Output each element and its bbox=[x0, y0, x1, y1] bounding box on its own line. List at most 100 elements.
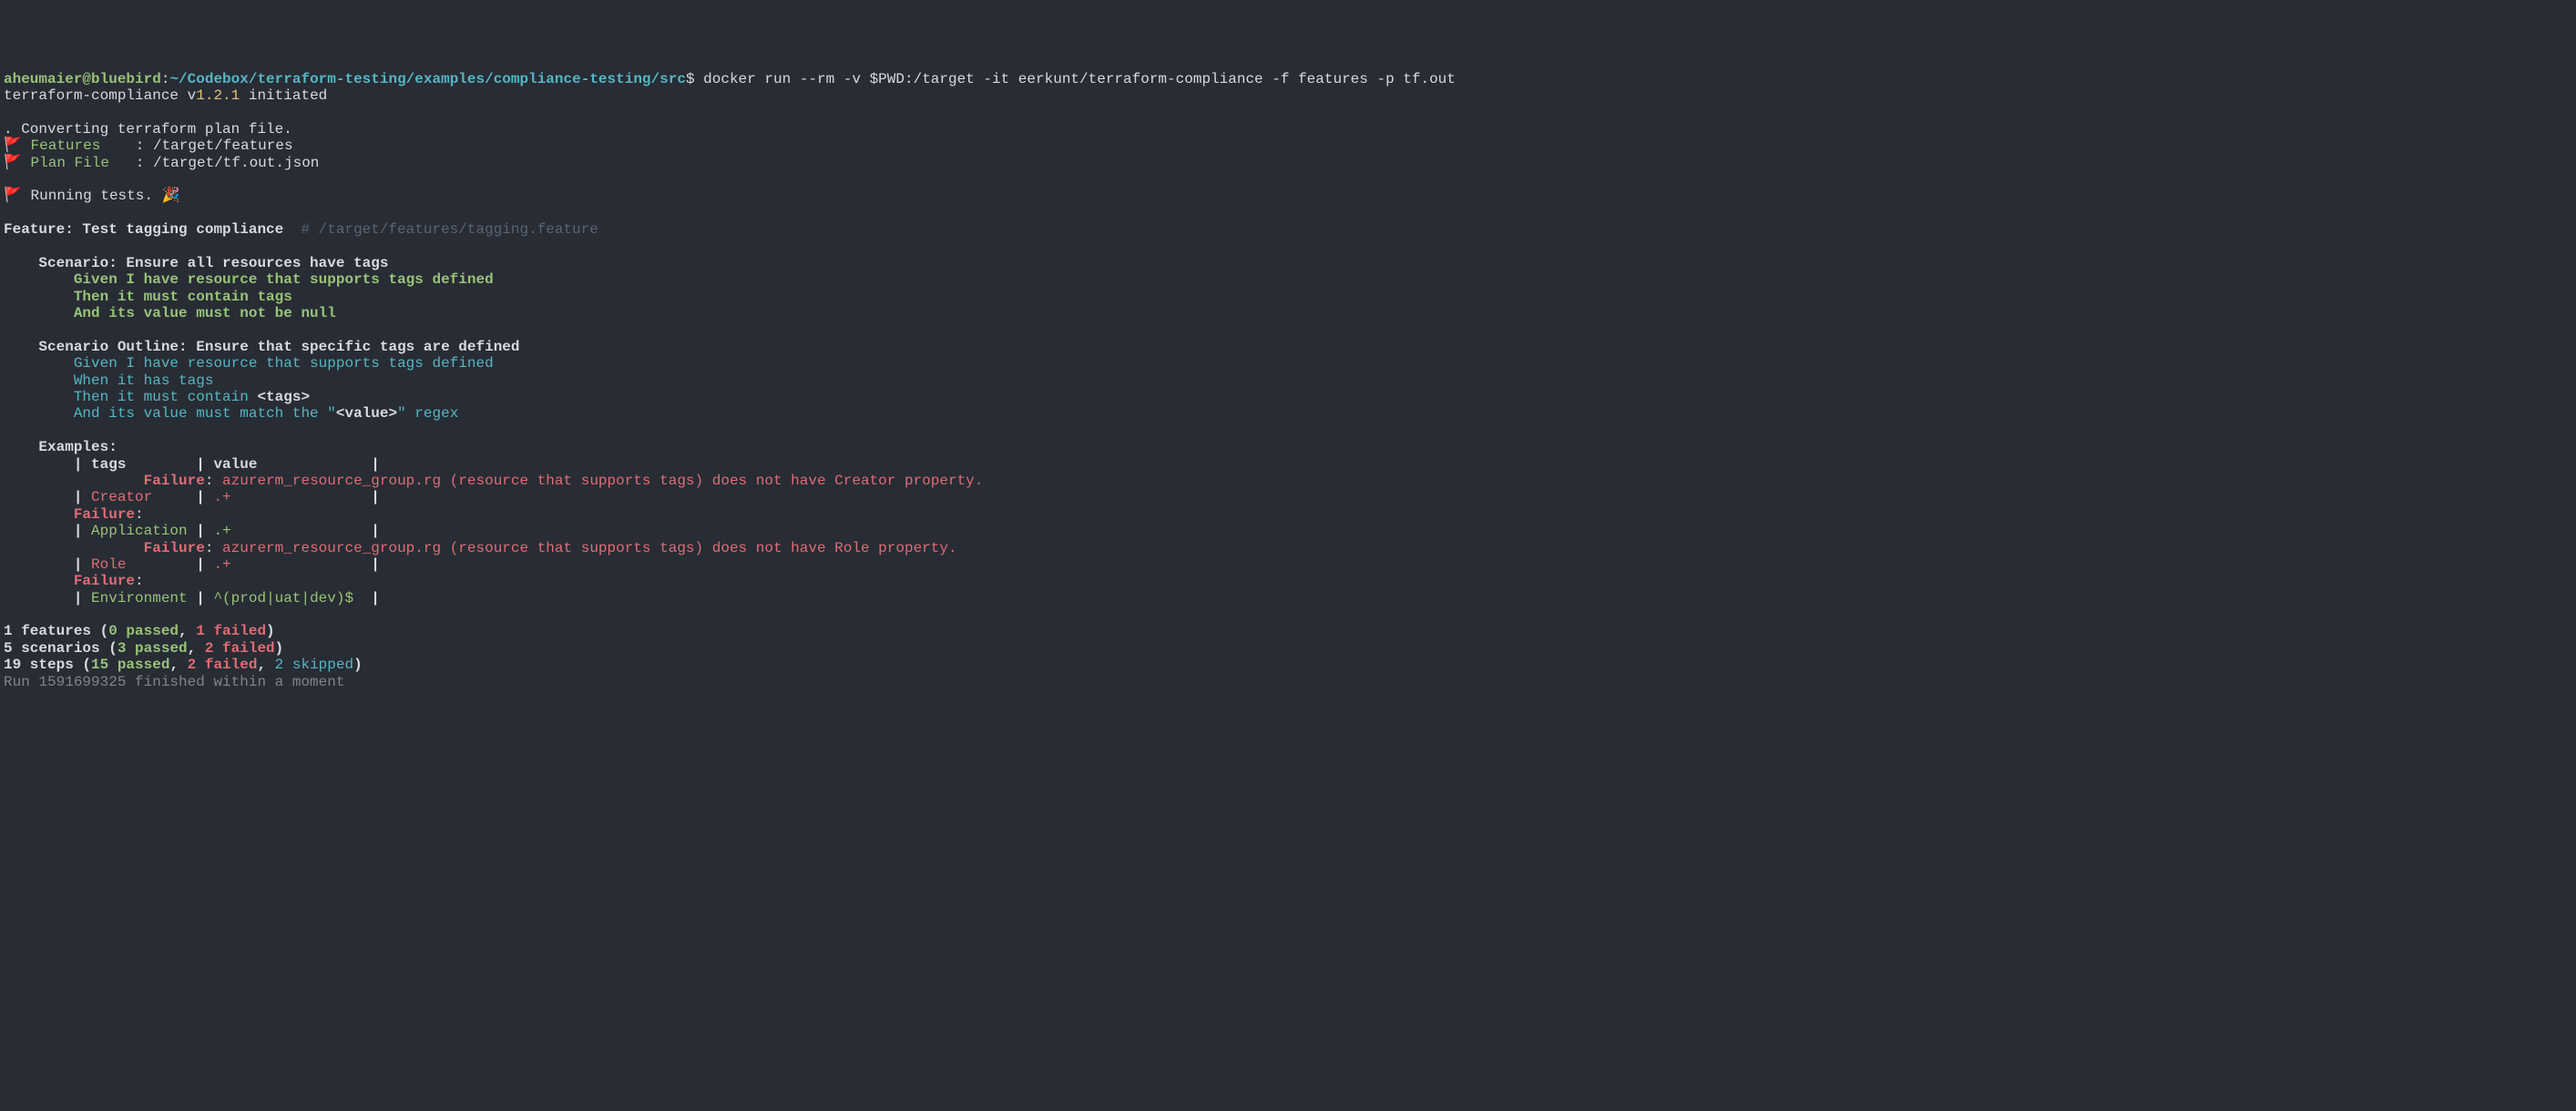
failure-message: azurerm_resource_group.rg (resource that… bbox=[222, 473, 983, 489]
and-placeholder: <value> bbox=[336, 405, 397, 422]
then-placeholder: <tags> bbox=[257, 389, 310, 405]
summary-steps-suffix: ) bbox=[353, 657, 363, 673]
features-colon: : bbox=[136, 138, 145, 154]
feature-path: /target/features/tagging.feature bbox=[319, 221, 598, 238]
summary-steps-failed: 2 failed bbox=[188, 657, 258, 673]
summary-scenarios-failed: 2 failed bbox=[205, 640, 275, 657]
run-end-line: Run 1591699325 finished within a moment bbox=[4, 674, 344, 690]
outline-step-and: And its value must match the "<value>" r… bbox=[4, 405, 458, 422]
table-pipe: | bbox=[4, 590, 91, 606]
table-pipe: | bbox=[4, 456, 91, 473]
failure-indent bbox=[4, 573, 74, 589]
failure-message: azurerm_resource_group.rg (resource that… bbox=[222, 540, 957, 556]
and-prefix: And its value must match the " bbox=[4, 405, 336, 422]
summary-sep: , bbox=[169, 657, 187, 673]
planfile-colon: : bbox=[136, 155, 145, 171]
initiated-prefix: terraform-compliance v bbox=[4, 87, 196, 104]
summary-steps-passed: 15 passed bbox=[91, 657, 169, 673]
table-pipe: | bbox=[152, 489, 213, 505]
feature-title: Feature: Test tagging compliance bbox=[4, 221, 301, 238]
features-path-line: 🚩 Features : /target/features bbox=[4, 138, 293, 154]
table-pipe: | bbox=[231, 556, 380, 573]
prompt-path: ~/Codebox/terraform-testing/examples/com… bbox=[169, 71, 686, 87]
table-row: | Application | .+ | bbox=[4, 523, 380, 539]
failure-line: Failure: azurerm_resource_group.rg (reso… bbox=[4, 473, 983, 489]
table-row: | Creator | .+ | bbox=[4, 489, 380, 505]
failure-indent bbox=[4, 473, 144, 489]
initiated-suffix: initiated bbox=[240, 87, 327, 104]
flag-icon: 🚩 bbox=[4, 155, 22, 171]
table-pipe: | bbox=[231, 489, 380, 505]
table-pipe: | bbox=[126, 556, 213, 573]
failure-line: Failure: azurerm_resource_group.rg (reso… bbox=[4, 540, 957, 556]
table-pipe: | bbox=[4, 523, 91, 539]
prompt-line: aheumaier@bluebird:~/Codebox/terraform-t… bbox=[4, 71, 1456, 87]
table-header-tags: tags bbox=[91, 456, 126, 473]
terminal-output: aheumaier@bluebird:~/Codebox/terraform-t… bbox=[4, 71, 2572, 690]
table-cell-value: .+ bbox=[213, 523, 230, 539]
outline-step-when: When it has tags bbox=[4, 372, 213, 389]
outline-step-given: Given I have resource that supports tags… bbox=[4, 355, 494, 372]
and-suffix: " regex bbox=[397, 405, 458, 422]
table-row: | Role | .+ | bbox=[4, 556, 380, 573]
failure-label: Failure bbox=[74, 506, 135, 523]
table-cell-value: .+ bbox=[213, 489, 230, 505]
table-cell-tag: Creator bbox=[91, 489, 152, 505]
summary-steps-line: 19 steps (15 passed, 2 failed, 2 skipped… bbox=[4, 657, 363, 673]
running-tests-line: 🚩 Running tests. 🎉 bbox=[4, 188, 179, 204]
summary-steps-prefix: 19 steps ( bbox=[4, 657, 91, 673]
table-pipe: | bbox=[353, 590, 380, 606]
failure-colon: : bbox=[205, 473, 222, 489]
running-text: Running tests. bbox=[22, 188, 162, 204]
examples-header: Examples: bbox=[4, 439, 118, 455]
command-text: docker run --rm -v $PWD:/target -it eerk… bbox=[695, 71, 1456, 87]
table-pipe: | bbox=[4, 489, 91, 505]
summary-sep: , bbox=[188, 640, 205, 657]
outline-step-then: Then it must contain <tags> bbox=[4, 389, 310, 405]
prompt-user-host: aheumaier@bluebird bbox=[4, 71, 161, 87]
failure-label: Failure bbox=[74, 573, 135, 589]
planfile-path-line: 🚩 Plan File : /target/tf.out.json bbox=[4, 155, 319, 171]
summary-sep: , bbox=[257, 657, 274, 673]
feature-hash: # bbox=[301, 221, 318, 238]
summary-scenarios-prefix: 5 scenarios ( bbox=[4, 640, 118, 657]
scenario-step-and: And its value must not be null bbox=[4, 305, 336, 321]
prompt-colon: : bbox=[161, 71, 170, 87]
summary-scenarios-passed: 3 passed bbox=[118, 640, 188, 657]
table-cell-value: .+ bbox=[213, 556, 230, 573]
failure-label: Failure bbox=[144, 540, 205, 556]
planfile-value: /target/tf.out.json bbox=[144, 155, 319, 171]
table-cell-tag: Role bbox=[91, 556, 126, 573]
summary-features-passed: 0 passed bbox=[108, 623, 179, 639]
summary-scenarios-suffix: ) bbox=[275, 640, 284, 657]
table-pipe: | bbox=[188, 590, 214, 606]
then-prefix: Then it must contain bbox=[4, 389, 257, 405]
failure-line: Failure: bbox=[4, 573, 144, 589]
flag-icon: 🚩 bbox=[4, 138, 22, 154]
scenario-title: Scenario: Ensure all resources have tags bbox=[4, 255, 388, 271]
features-value: /target/features bbox=[144, 138, 292, 154]
initiated-version: 1.2.1 bbox=[196, 87, 240, 104]
failure-colon: : bbox=[135, 573, 144, 589]
table-header-value: value bbox=[213, 456, 257, 473]
summary-features-failed: 1 failed bbox=[196, 623, 266, 639]
table-header-row: | tags | value | bbox=[4, 456, 380, 473]
summary-features-suffix: ) bbox=[266, 623, 275, 639]
scenario-step-then: Then it must contain tags bbox=[4, 289, 292, 305]
planfile-label: Plan File bbox=[22, 155, 136, 171]
scenario-step-given: Given I have resource that supports tags… bbox=[4, 271, 494, 288]
table-pipe: | bbox=[257, 456, 379, 473]
prompt-dollar: $ bbox=[686, 71, 695, 87]
features-label: Features bbox=[22, 138, 136, 154]
flag-icon: 🚩 bbox=[4, 188, 22, 204]
summary-features-line: 1 features (0 passed, 1 failed) bbox=[4, 623, 275, 639]
summary-scenarios-line: 5 scenarios (3 passed, 2 failed) bbox=[4, 640, 283, 657]
table-pipe: | bbox=[4, 556, 91, 573]
summary-sep: , bbox=[179, 623, 196, 639]
converting-line: . Converting terraform plan file. bbox=[4, 121, 292, 138]
summary-features-prefix: 1 features ( bbox=[4, 623, 108, 639]
failure-indent bbox=[4, 506, 74, 523]
table-pipe: | bbox=[231, 523, 380, 539]
failure-line: Failure: bbox=[4, 506, 144, 523]
feature-header-line: Feature: Test tagging compliance # /targ… bbox=[4, 221, 598, 238]
